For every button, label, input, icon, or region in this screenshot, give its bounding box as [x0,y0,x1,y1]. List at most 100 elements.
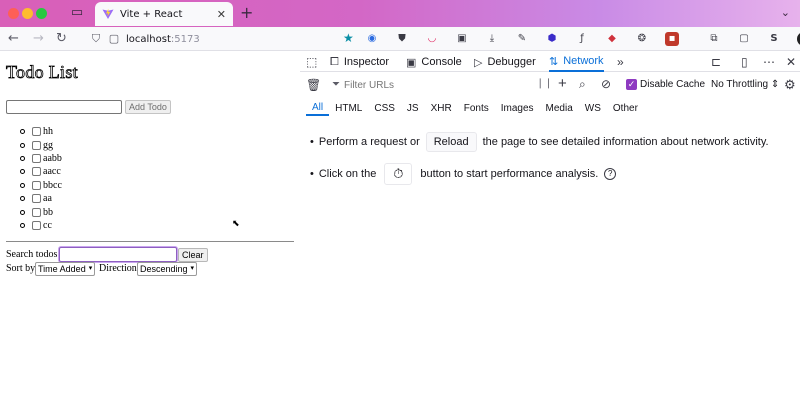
filter-urls-input[interactable] [344,78,524,92]
tab-groups-icon[interactable]: ▭ [70,6,84,20]
bullet-icon: • [310,168,314,180]
direction-label: Direction [99,263,137,274]
add-icon[interactable]: + [558,75,567,92]
disable-cache-checkbox[interactable]: ✓ [626,79,637,90]
page-title: Todo List [6,62,78,83]
gear-icon[interactable]: ⚙ [784,77,796,93]
extension-7-icon[interactable]: ▢ [737,32,751,46]
direction-select[interactable]: Descending ▾ [137,262,198,276]
extension-s-icon[interactable]: S [767,32,781,46]
filter-other[interactable]: Other [607,101,644,116]
bookmark-star-icon[interactable]: ★ [343,31,354,45]
todo-checkbox[interactable] [32,153,41,163]
new-tab-button[interactable]: + [240,4,253,22]
chevron-down-icon: ▾ [190,265,195,272]
element-picker-icon[interactable]: ⬚ [306,55,317,69]
filter-ws[interactable]: WS [579,101,607,116]
help-icon[interactable]: ? [604,168,617,180]
throttling-select[interactable]: No Throttling ⇕ [711,79,779,90]
downloads-icon[interactable]: ⤓ [485,32,499,46]
tab-debugger[interactable]: ▷ Debugger [474,52,536,72]
sort-by-select[interactable]: Time Added ▾ [35,262,96,276]
bullet-icon [20,142,25,148]
todo-text: gg [43,139,53,151]
reload-button[interactable]: Reload [425,132,477,152]
todo-checkbox[interactable] [32,167,41,177]
tab-network[interactable]: ⇅ Network [549,52,604,72]
todo-text: aa [43,193,52,205]
add-todo-input[interactable] [6,100,122,114]
filter-all[interactable]: All [306,100,330,116]
close-tab-icon[interactable]: ✕ [217,8,226,21]
tab-network-label: Network [563,55,604,67]
clear-search-button[interactable]: Clear [178,248,208,262]
list-tabs-icon[interactable]: ⌄ [781,6,790,19]
tab-console[interactable]: ▣ Console [406,52,462,72]
shield-icon[interactable]: ⛉ [90,33,102,45]
filter-images[interactable]: Images [495,101,540,116]
todo-text: hh [43,126,53,138]
filter-html[interactable]: HTML [329,101,368,116]
filter-css[interactable]: CSS [368,101,401,116]
filter-media[interactable]: Media [540,101,579,116]
close-devtools-icon[interactable]: ✕ [786,55,796,69]
mouse-cursor-icon: ⬉ [232,218,240,228]
search-icon[interactable]: ⌕ [579,77,586,92]
extension-4-icon[interactable]: ◆ [605,32,619,46]
dock-icon[interactable]: ⊏ [711,55,721,69]
maximize-window-button[interactable] [36,8,47,19]
more-tabs-icon[interactable]: » [617,55,624,69]
extension-2-icon[interactable]: ⛊ [395,32,409,46]
filter-js[interactable]: JS [401,101,425,116]
pause-icon[interactable]: ❘❘ [536,78,553,89]
search-todos-input[interactable] [59,247,177,262]
options-menu-icon[interactable]: ⋯ [763,55,775,69]
todo-item: hh [20,125,62,138]
minimize-window-button[interactable] [22,8,33,19]
url-bar[interactable]: ⛉ ▢ localhost:5173 [90,29,360,49]
todo-checkbox[interactable] [32,127,41,137]
todo-text: aacc [43,166,61,178]
todo-checkbox[interactable] [32,207,41,217]
split-icon[interactable]: ▯ [741,55,748,69]
filter-icon: ⏷ [332,79,340,90]
stopwatch-button[interactable]: ⏱ [384,163,413,185]
page-info-icon[interactable]: ▢ [108,33,120,45]
trash-icon[interactable]: 🗑 [306,78,321,92]
sort-by-value: Time Added [38,264,86,274]
extension-1-icon[interactable]: ◉ [365,32,379,46]
network-icon: ⇅ [549,55,559,68]
extensions-puzzle-icon[interactable]: ⧉ [707,32,721,46]
page-viewport: Todo List Add Todo hh gg aabb aacc bbcc … [0,52,300,412]
forward-icon[interactable]: → [33,31,44,47]
debugger-icon: ▷ [474,56,483,69]
info-text: Click on the [318,168,377,180]
close-window-button[interactable] [8,8,19,19]
tab-inspector[interactable]: ⧠ Inspector [330,52,389,72]
reload-icon[interactable]: ↻ [56,31,67,47]
todo-checkbox[interactable] [32,180,41,190]
back-icon[interactable]: ← [8,31,19,47]
vite-favicon-icon [102,8,114,19]
extension-3-icon[interactable]: ⬢ [545,32,559,46]
extension-5-icon[interactable]: ❂ [635,32,649,46]
extension-6-icon[interactable]: ▪ [665,32,679,46]
todo-item: gg [20,138,62,151]
todo-checkbox[interactable] [32,194,41,204]
navigation-toolbar: ← → ↻ ⛉ ▢ localhost:5173 ★ ◉ ⛊ ◡ ▣ ⤓ ✎ ⬢… [0,27,800,51]
tools-icon[interactable]: ✎ [515,32,529,46]
bullet-icon [20,222,25,228]
screenshot-icon[interactable]: ▣ [455,32,469,46]
devtools-tab-bar: ⬚ ⧠ Inspector ▣ Console ▷ Debugger ⇅ Network… [300,52,800,72]
info-text: button to start performance analysis. [420,168,599,180]
filter-xhr[interactable]: XHR [425,101,458,116]
block-icon[interactable]: ⊘ [601,77,611,91]
function-icon[interactable]: ƒ [575,32,589,46]
todo-checkbox[interactable] [32,140,41,150]
browser-tab[interactable]: Vite + React ✕ [95,2,233,26]
todo-list: hh gg aabb aacc bbcc aa bb cc [20,125,62,232]
pocket-icon[interactable]: ◡ [425,32,439,46]
filter-fonts[interactable]: Fonts [458,101,495,116]
add-todo-button[interactable]: Add Todo [125,100,171,114]
todo-checkbox[interactable] [32,220,41,230]
